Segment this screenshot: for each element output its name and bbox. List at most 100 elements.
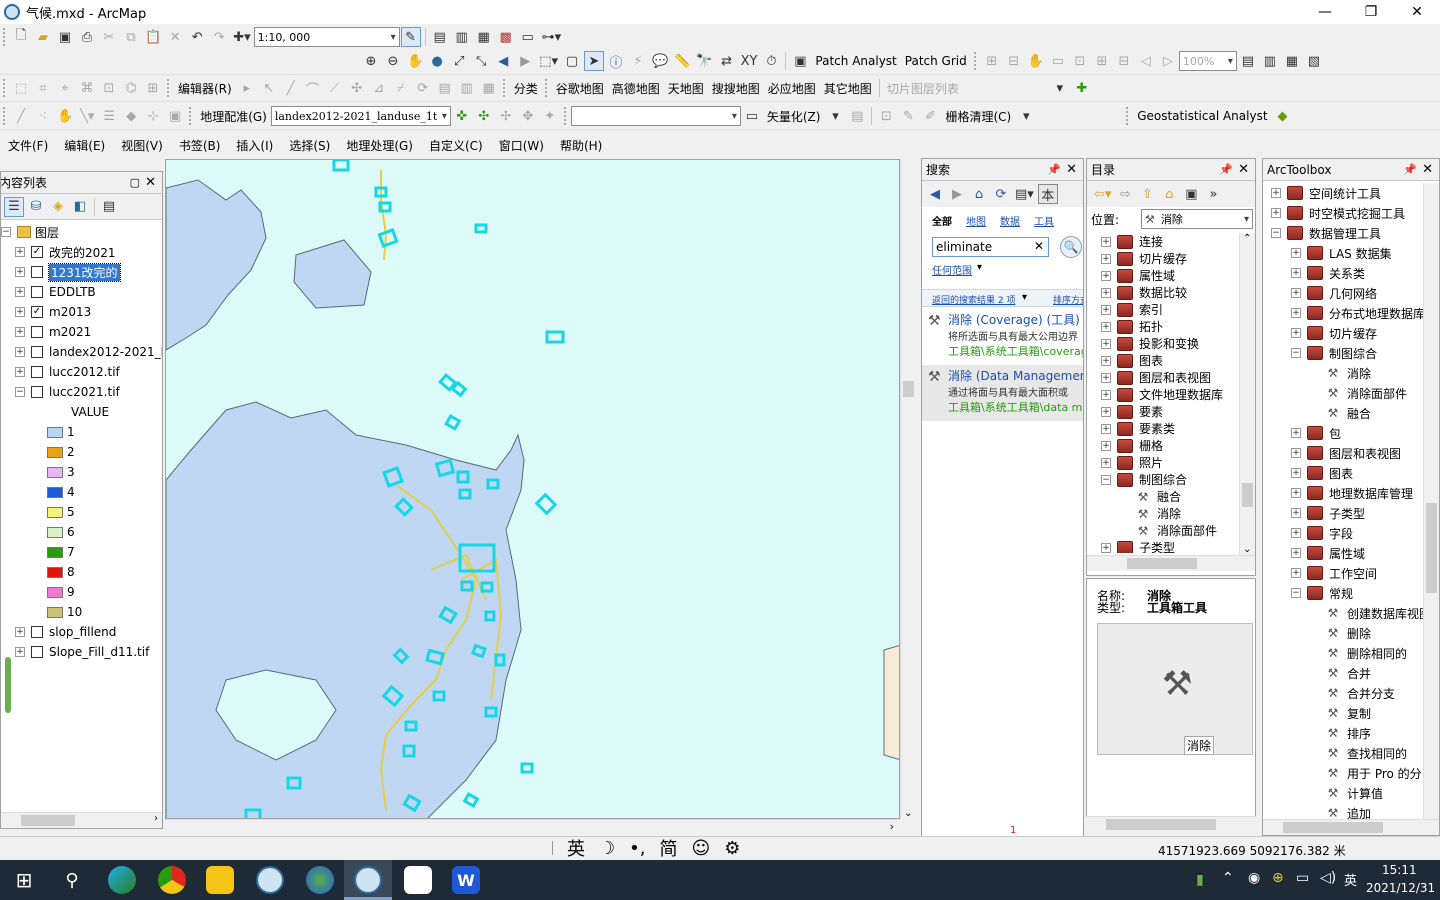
search-result-title[interactable]: 消除 (Data Management) — [948, 367, 1083, 384]
toc-layer-item[interactable]: + slop_fillend — [15, 622, 116, 642]
tray-volume-icon[interactable]: ◁) — [1320, 870, 1336, 886]
collapse-icon[interactable]: − — [1101, 474, 1111, 485]
ime-punct-icon[interactable]: •, — [629, 838, 645, 859]
change-layout-icon[interactable]: ▦ — [1282, 51, 1302, 71]
menu-help[interactable]: 帮助(H) — [552, 137, 610, 154]
legend-class-item[interactable]: 9 — [47, 582, 75, 602]
zoom-whole-page-icon[interactable]: ▭ — [1048, 51, 1068, 71]
toolset-item[interactable]: − 制图综合 — [1291, 343, 1377, 363]
toolset-item[interactable]: + 地理数据库管理 — [1291, 483, 1413, 503]
toc-horizontal-scrollbar[interactable]: › — [1, 812, 162, 828]
toc-layer-item[interactable]: + m2021 — [15, 322, 91, 342]
new-document-icon[interactable]: 🗋 — [11, 27, 31, 47]
tray-app-icon[interactable]: ◉ — [1248, 870, 1260, 886]
hyperlink-icon[interactable]: ⚡ — [628, 51, 648, 71]
search-home-icon[interactable]: ⌂ — [969, 184, 989, 204]
menu-insert[interactable]: 插入(I) — [228, 137, 281, 154]
catalog-horizontal-scrollbar[interactable] — [1087, 555, 1255, 571]
catalog-toolset-item[interactable]: + 要素 — [1101, 403, 1163, 420]
expand-icon[interactable]: + — [15, 627, 25, 637]
windows-start-icon[interactable]: ⊞ — [10, 866, 38, 894]
expand-icon[interactable]: + — [1101, 304, 1111, 315]
tool-item[interactable]: ⚒ 删除相同的 — [1325, 643, 1407, 663]
toc-autohide-icon[interactable]: ▢ — [130, 176, 140, 189]
expand-icon[interactable]: + — [1291, 448, 1301, 458]
expand-icon[interactable]: + — [1101, 406, 1111, 417]
catalog-toolset-item[interactable]: + 栅格 — [1101, 437, 1163, 454]
tool-item[interactable]: ⚒ 合并 — [1325, 663, 1371, 683]
fixed-zoom-out-icon[interactable]: ⤡ — [471, 51, 491, 71]
edit-tool-f-icon[interactable]: ⌬ — [121, 78, 141, 98]
full-extent-icon[interactable]: ● — [427, 51, 447, 71]
vectorize-settings-icon[interactable]: ▭ — [742, 106, 762, 126]
catalog-vertical-scrollbar[interactable]: ⌃ ⌄ — [1239, 233, 1255, 555]
search-close-icon[interactable]: ✕ — [1066, 162, 1077, 177]
layout-fixed-in-icon[interactable]: ⊞ — [1092, 51, 1112, 71]
identify-icon[interactable]: ⓘ — [606, 51, 626, 71]
tray-date[interactable]: 2021/12/31 — [1366, 881, 1435, 895]
basemap-bing-menu[interactable]: 必应地图 — [764, 78, 820, 98]
select-elements-icon[interactable]: ➤ — [584, 51, 604, 71]
toolbox-item[interactable]: − 数据管理工具 — [1271, 223, 1381, 243]
layout-pan-icon[interactable]: ✋ — [1026, 51, 1046, 71]
toolset-item[interactable]: + 属性域 — [1291, 543, 1365, 563]
edit-tool-d-icon[interactable]: ⌘ — [77, 78, 97, 98]
save-icon[interactable]: ▣ — [55, 27, 75, 47]
menu-edit[interactable]: 编辑(E) — [56, 137, 113, 154]
expand-icon[interactable]: + — [1101, 355, 1111, 366]
list-by-drawing-order-icon[interactable]: ☰ — [4, 196, 24, 217]
editor-menu[interactable]: 编辑器(R) — [174, 78, 236, 98]
catalog-toolset-item[interactable]: − 制图综合 — [1101, 471, 1187, 488]
georeference-menu[interactable]: 地理配准(G) — [196, 106, 271, 126]
catalog-back-icon[interactable]: ⇦▾ — [1092, 184, 1113, 204]
menu-bookmarks[interactable]: 书签(B) — [171, 137, 229, 154]
draw-square-icon[interactable]: ▣ — [165, 106, 185, 126]
catalog-toolset-item[interactable]: + 图层和表视图 — [1101, 369, 1211, 386]
layer-visibility-checkbox[interactable] — [31, 346, 43, 358]
menu-view[interactable]: 视图(V) — [113, 137, 171, 154]
catalog-home-icon[interactable]: ⌂ — [1159, 184, 1179, 204]
search-tab-tools[interactable]: 工具 — [1034, 213, 1054, 228]
cut-polygon-icon[interactable]: ⊿ — [369, 78, 389, 98]
legend-class-item[interactable]: 3 — [47, 462, 75, 482]
expand-icon[interactable]: + — [15, 367, 25, 377]
expand-icon[interactable]: + — [1101, 253, 1111, 264]
toc-root-layers[interactable]: − 图层 — [1, 222, 59, 242]
ime-emoji-icon[interactable]: ☺ — [691, 838, 710, 859]
toc-layer-item[interactable]: + landex2012-2021_l — [15, 342, 162, 362]
layout-fixed-out-icon[interactable]: ⊟ — [1114, 51, 1134, 71]
legend-class-item[interactable]: 2 — [47, 442, 75, 462]
tool-item[interactable]: ⚒ 计算值 — [1325, 783, 1383, 803]
close-button[interactable]: ✕ — [1394, 0, 1440, 24]
toc-layer-item[interactable]: − lucc2021.tif — [15, 382, 120, 402]
legend-class-item[interactable]: 4 — [47, 482, 75, 502]
tool-item[interactable]: ⚒ 消除面部件 — [1325, 383, 1407, 403]
search-sort-link[interactable]: 排序方式 — [1053, 293, 1083, 306]
split-icon[interactable]: ⌿ — [391, 78, 411, 98]
catalog-toolset-item[interactable]: + 属性域 — [1101, 267, 1175, 284]
draw-dots-icon[interactable]: ⁖ — [33, 106, 53, 126]
forward-extent-icon[interactable]: ▶ — [515, 51, 535, 71]
catalog-toolset-item[interactable]: + 拓扑 — [1101, 318, 1163, 335]
layer-visibility-checkbox[interactable] — [31, 286, 43, 298]
zoom-100-icon[interactable]: ⊡ — [1070, 51, 1090, 71]
legend-class-item[interactable]: 8 — [47, 562, 75, 582]
layer-visibility-checkbox[interactable] — [31, 366, 43, 378]
list-by-visibility-icon[interactable]: ◈ — [48, 197, 68, 217]
catalog-forward-icon[interactable]: ⇨ — [1115, 184, 1135, 204]
toolset-item[interactable]: + 字段 — [1291, 523, 1353, 543]
collapse-icon[interactable]: − — [1, 227, 11, 237]
search-tab-data[interactable]: 数据 — [1000, 213, 1020, 228]
catalog-more-icon[interactable]: » — [1203, 184, 1223, 204]
scope-dropdown-icon[interactable]: ▾ — [977, 262, 982, 273]
redo-icon[interactable]: ↷ — [209, 27, 229, 47]
layer-visibility-checkbox[interactable]: ✓ — [31, 246, 43, 258]
info-horizontal-scrollbar[interactable] — [1086, 816, 1256, 832]
taskbar-search-icon[interactable]: ⚲ — [58, 866, 86, 894]
control-points-table-icon[interactable]: ✣ — [474, 106, 494, 126]
back-extent-icon[interactable]: ◀ — [493, 51, 513, 71]
layout-zoom-in-icon[interactable]: ⊞ — [982, 51, 1002, 71]
list-by-selection-icon[interactable]: ◧ — [70, 197, 90, 217]
classify-menu[interactable]: 分类 — [510, 78, 542, 98]
catalog-tool-item[interactable]: ⚒ 消除 — [1135, 505, 1181, 522]
